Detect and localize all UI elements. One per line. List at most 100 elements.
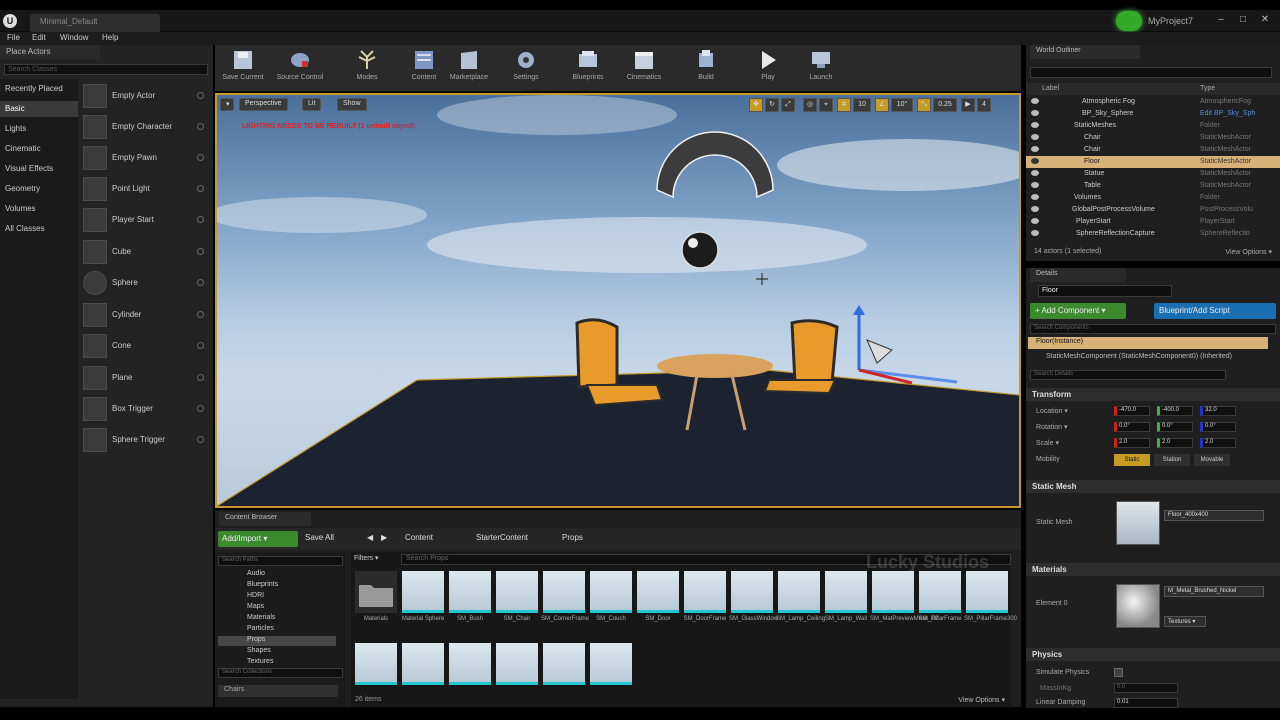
eye-icon[interactable] [1031, 218, 1039, 224]
column-label[interactable]: Label [1042, 85, 1059, 92]
add-component-button[interactable]: + Add Component ▾ [1030, 303, 1126, 319]
static-mesh-dropdown[interactable]: Floor_400x400 [1164, 510, 1264, 521]
collection-chairs[interactable]: Chairs [218, 685, 338, 697]
info-icon[interactable] [197, 123, 204, 130]
content-browser-tab[interactable]: Content Browser [219, 512, 311, 526]
details-tab[interactable]: Details [1030, 268, 1126, 282]
asset-tile[interactable]: SM_Lamp_Wall [825, 571, 867, 637]
asset-tile[interactable]: SM_DoorFrame [684, 571, 726, 637]
blueprints-button[interactable]: Blueprints [560, 47, 616, 89]
scale-x[interactable]: 2.0 [1114, 438, 1150, 448]
surface-snap-icon[interactable]: ⌖ [819, 98, 833, 112]
location-z[interactable]: 32.0 [1200, 406, 1236, 416]
rotation-label[interactable]: Rotation ▾ [1036, 423, 1068, 431]
add-import-button[interactable]: Add/Import ▾ [218, 531, 298, 547]
category-geometry[interactable]: Geometry [0, 181, 78, 197]
back-icon[interactable]: ◀ [367, 533, 373, 542]
eye-icon[interactable] [1031, 194, 1039, 200]
folder-hdri[interactable]: HDRI [225, 592, 264, 602]
category-lights[interactable]: Lights [0, 121, 78, 137]
eye-icon[interactable] [1031, 182, 1039, 188]
category-volumes[interactable]: Volumes [0, 201, 78, 217]
grid-size[interactable]: 10 [853, 98, 871, 112]
outliner-row[interactable]: GlobalPostProcessVolume PostProcessVolu [1026, 204, 1280, 216]
search-collections-input[interactable]: Search Collections [218, 668, 343, 678]
static-mesh-component-row[interactable]: StaticMeshComponent (StaticMeshComponent… [1046, 353, 1232, 360]
simulate-physics-checkbox[interactable] [1114, 668, 1123, 677]
actor-empty-actor[interactable]: Empty Actor [83, 82, 208, 110]
actor-cylinder[interactable]: Cylinder [83, 301, 208, 329]
scale-icon[interactable]: ⤢ [781, 98, 795, 112]
search-details-input[interactable]: Search Details [1030, 370, 1226, 380]
info-icon[interactable] [197, 374, 204, 381]
breadcrumb-content[interactable]: Content [405, 533, 433, 542]
eye-icon[interactable] [1031, 98, 1039, 104]
outliner-view-options-button[interactable]: View Options ▾ [1225, 248, 1272, 256]
outliner-row[interactable]: Chair StaticMeshActor [1026, 144, 1280, 156]
world-outliner-tab[interactable]: World Outliner [1030, 45, 1140, 59]
rotation-snap-icon[interactable]: ∠ [875, 98, 889, 112]
category-basic[interactable]: Basic [0, 101, 78, 117]
menu-edit[interactable]: Edit [32, 33, 46, 42]
eye-icon[interactable] [1031, 230, 1039, 236]
select-translate-icon[interactable]: ✥ [749, 98, 763, 112]
asset-tile[interactable]: SM_Door [637, 571, 679, 637]
settings-button[interactable]: Settings [498, 47, 554, 89]
asset-tile[interactable]: SM_Chair [496, 571, 538, 637]
folder-particles[interactable]: Particles [225, 625, 274, 635]
outliner-row[interactable]: Statue StaticMeshActor [1026, 168, 1280, 180]
location-y[interactable]: -400.0 [1157, 406, 1193, 416]
scale-y[interactable]: 2.0 [1157, 438, 1193, 448]
info-icon[interactable] [197, 436, 204, 443]
camera-speed-icon[interactable]: ▶ [961, 98, 975, 112]
actor-empty-pawn[interactable]: Empty Pawn [83, 144, 208, 172]
actor-player-start[interactable]: Player Start [83, 206, 208, 234]
grid-snap-icon[interactable]: # [837, 98, 851, 112]
row-type-link[interactable]: Edit BP_Sky_Sph [1200, 110, 1255, 117]
transform-section[interactable]: Transform [1026, 388, 1280, 401]
eye-icon[interactable] [1031, 122, 1039, 128]
rotation-x[interactable]: 0.0° [1114, 422, 1150, 432]
asset-tile[interactable]: SM_CornerFrame [541, 571, 589, 637]
mobility-movable[interactable]: Movable [1194, 454, 1230, 466]
scale-snap-value[interactable]: 0.25 [933, 98, 957, 112]
info-icon[interactable] [197, 342, 204, 349]
outliner-row-selected[interactable]: Floor StaticMeshActor [1026, 156, 1280, 168]
place-actors-tab[interactable]: Place Actors [0, 45, 100, 59]
show-button[interactable]: Show [337, 98, 367, 111]
source-control-button[interactable]: Source Control [272, 47, 328, 89]
level-viewport[interactable]: ▾ Perspective Lit Show LIGHTING NEEDS TO… [215, 93, 1021, 508]
eye-icon[interactable] [1031, 110, 1039, 116]
eye-icon[interactable] [1031, 146, 1039, 152]
column-type[interactable]: Type [1200, 85, 1215, 92]
actor-box-trigger[interactable]: Box Trigger [83, 395, 208, 423]
save-current-button[interactable]: Save Current [215, 47, 271, 89]
asset-tile[interactable]: SM_GlassWindow [729, 571, 778, 637]
actor-sphere-trigger[interactable]: Sphere Trigger [83, 426, 208, 454]
asset-tile[interactable] [402, 643, 444, 687]
category-recently-placed[interactable]: Recently Placed [0, 81, 78, 97]
rotation-z[interactable]: 0.0° [1200, 422, 1236, 432]
asset-tile[interactable]: SM_MatPreviewMesh_02 [870, 571, 938, 637]
outliner-row[interactable]: SphereReflectionCapture SphereReflectio [1026, 228, 1280, 240]
static-mesh-section[interactable]: Static Mesh [1026, 480, 1280, 493]
asset-tile[interactable]: SM_Bush [449, 571, 491, 637]
search-components-input[interactable]: Search Components [1030, 324, 1276, 334]
info-icon[interactable] [197, 92, 204, 99]
outliner-row[interactable]: Table StaticMeshActor [1026, 180, 1280, 192]
search-classes-input[interactable]: Search Classes [4, 64, 208, 75]
actor-sphere[interactable]: Sphere [83, 269, 208, 297]
actor-name-field[interactable]: Floor [1038, 285, 1172, 297]
location-label[interactable]: Location ▾ [1036, 407, 1068, 415]
cinematics-button[interactable]: Cinematics [616, 47, 672, 89]
folder-materials[interactable]: Materials [225, 614, 275, 624]
asset-tile[interactable] [355, 643, 397, 687]
info-icon[interactable] [197, 311, 204, 318]
play-button[interactable]: Play [740, 47, 796, 89]
eye-icon[interactable] [1031, 170, 1039, 176]
info-icon[interactable] [197, 248, 204, 255]
info-icon[interactable] [197, 185, 204, 192]
minimize-icon[interactable]: – [1212, 12, 1230, 28]
close-icon[interactable]: ✕ [1256, 12, 1274, 28]
scale-snap-icon[interactable]: ⤡ [917, 98, 931, 112]
